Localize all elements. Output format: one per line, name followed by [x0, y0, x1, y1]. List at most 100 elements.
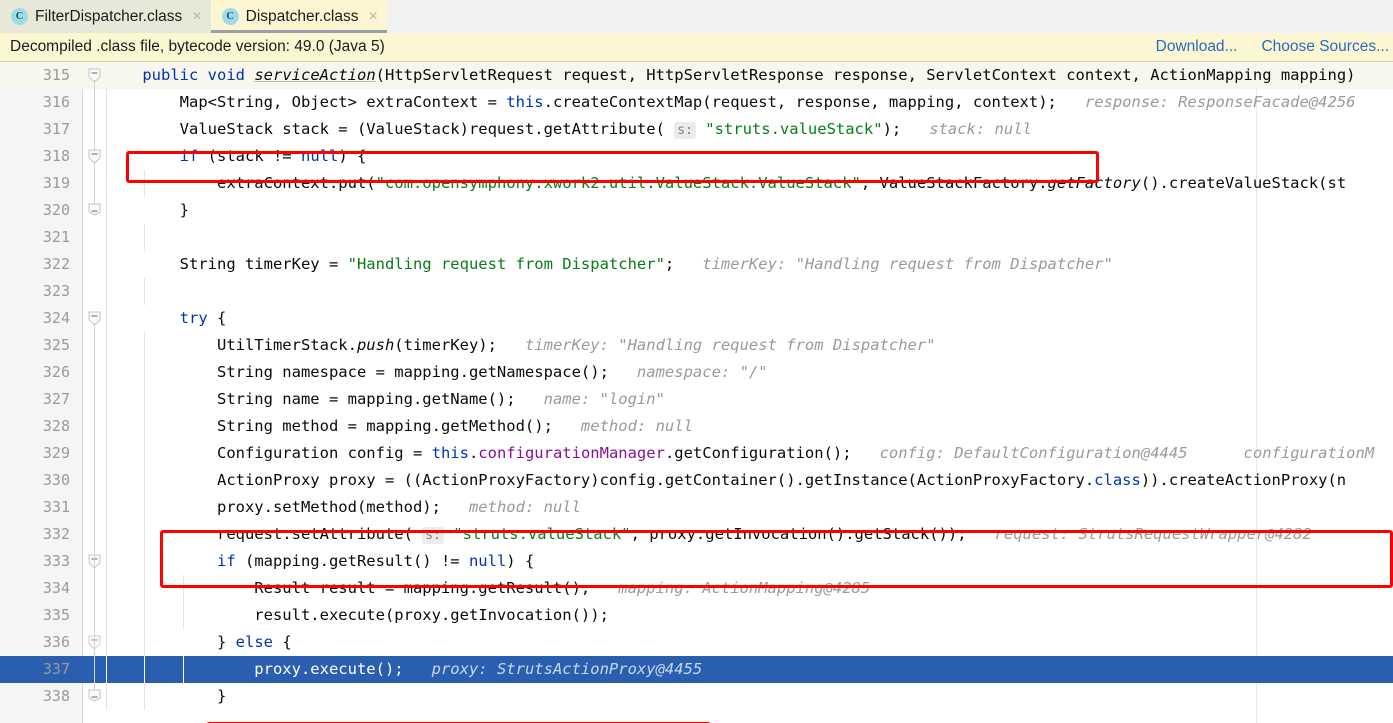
java-class-icon: C — [11, 8, 28, 25]
line-number: 321 — [42, 228, 70, 246]
code-line-332[interactable]: 332 request.setAttribute( s: "struts.val… — [0, 521, 1393, 548]
code-line-329[interactable]: 329 Configuration config = this.configur… — [0, 440, 1393, 467]
code-text: } — [105, 201, 189, 219]
banner-actions: Download... Choose Sources... — [1156, 38, 1393, 56]
code-line-317[interactable]: 317 ValueStack stack = (ValueStack)reque… — [0, 116, 1393, 143]
line-number: 325 — [42, 336, 70, 354]
line-number: 315 — [42, 66, 70, 84]
code-editor[interactable]: 315 public void serviceAction(HttpServle… — [0, 62, 1393, 723]
line-number: 338 — [42, 687, 70, 705]
indent-guide — [106, 278, 107, 305]
line-number: 322 — [42, 255, 70, 273]
code-text: if (mapping.getResult() != null) { — [216, 552, 535, 570]
line-number: 317 — [42, 120, 70, 138]
code-text: proxy.execute(); proxy: StrutsActionProx… — [105, 660, 703, 678]
debugger-value-hint: namespace: "/" — [636, 363, 768, 381]
line-number: 335 — [42, 606, 70, 624]
code-text: String method = mapping.getMethod(); met… — [105, 417, 693, 435]
code-text: String name = mapping.getName(); name: "… — [105, 390, 665, 408]
code-line-319[interactable]: 319 extraContext.put("com.opensymphony.x… — [0, 170, 1393, 197]
choose-sources-link[interactable]: Choose Sources... — [1261, 38, 1389, 56]
line-number: 328 — [42, 417, 70, 435]
line-number: 331 — [42, 498, 70, 516]
java-class-icon: C — [221, 8, 239, 25]
debugger-value-hint: name: "login" — [543, 390, 665, 408]
indent-guide — [144, 278, 146, 305]
code-text: } else { — [105, 633, 292, 651]
code-line-322[interactable]: 322 String timerKey = "Handling request … — [0, 251, 1393, 278]
fold-region-connector — [94, 566, 95, 637]
line-number: 320 — [42, 201, 70, 219]
line-number: 323 — [42, 282, 70, 300]
code-text: public void serviceAction(HttpServletReq… — [142, 66, 1356, 84]
code-text: extraContext.put("com.opensymphony.xwork… — [105, 174, 1347, 192]
debugger-value-hint: method: null — [580, 417, 693, 435]
fold-region-connector — [94, 161, 95, 205]
code-line-323[interactable]: 323 — [0, 278, 1393, 305]
tab-dispatcher-class[interactable]: C Dispatcher.class × — [210, 0, 388, 33]
code-text: } — [105, 687, 227, 705]
code-text: String timerKey = "Handling request from… — [105, 255, 1113, 273]
code-line-337[interactable]: 337 proxy.execute(); proxy: StrutsAction… — [0, 656, 1393, 683]
line-number: 333 — [42, 552, 70, 570]
code-text: Map<String, Object> extraContext = this.… — [105, 93, 1356, 111]
code-text: if (stack != null) { — [179, 147, 367, 165]
debugger-value-hint: configurationM — [1243, 444, 1375, 462]
code-line-336[interactable]: 336 } else { — [0, 629, 1393, 656]
code-line-324[interactable]: 324 try { — [0, 305, 1393, 332]
line-number: 319 — [42, 174, 70, 192]
code-line-326[interactable]: 326 String namespace = mapping.getNamesp… — [0, 359, 1393, 386]
code-text: UtilTimerStack.push(timerKey); timerKey:… — [105, 336, 936, 354]
editor-tab-bar: C FilterDispatcher.class × C Dispatcher.… — [0, 0, 1393, 33]
line-number: 324 — [42, 309, 70, 327]
debugger-value-hint: proxy: StrutsActionProxy@4455 — [431, 660, 703, 678]
code-text: Result result = mapping.getResult(); map… — [105, 579, 871, 597]
debugger-value-hint: request: StrutsRequestWrapper@4282 — [994, 525, 1312, 543]
debugger-value-hint: response: ResponseFacade@4256 — [1084, 93, 1356, 111]
code-text: proxy.setMethod(method); method: null — [105, 498, 581, 516]
indent-guide — [144, 224, 146, 251]
debugger-value-hint: mapping: ActionMapping@4285 — [618, 579, 871, 597]
decompiled-file-banner: Decompiled .class file, bytecode version… — [0, 33, 1393, 62]
tab-label: Dispatcher.class — [245, 7, 359, 25]
code-text: result.execute(proxy.getInvocation()); — [105, 606, 609, 624]
indent-guide — [106, 224, 107, 251]
debugger-value-hint: config: DefaultConfiguration@4445 — [879, 444, 1188, 462]
line-number: 316 — [42, 93, 70, 111]
code-line-325[interactable]: 325 UtilTimerStack.push(timerKey); timer… — [0, 332, 1393, 359]
line-number: 329 — [42, 444, 70, 462]
line-number: 337 — [42, 660, 70, 678]
code-line-327[interactable]: 327 String name = mapping.getName(); nam… — [0, 386, 1393, 413]
code-line-333[interactable]: 333 if (mapping.getResult() != null) { — [0, 548, 1393, 575]
code-line-335[interactable]: 335 result.execute(proxy.getInvocation()… — [0, 602, 1393, 629]
code-line-338[interactable]: 338 } — [0, 683, 1393, 710]
debugger-value-hint: timerKey: "Handling request from Dispatc… — [524, 336, 936, 354]
code-line-316[interactable]: 316 Map<String, Object> extraContext = t… — [0, 89, 1393, 116]
tab-close-icon[interactable]: × — [369, 8, 378, 25]
code-line-320[interactable]: 320 } — [0, 197, 1393, 224]
code-text: String namespace = mapping.getNamespace(… — [105, 363, 768, 381]
line-number: 332 — [42, 525, 70, 543]
download-link[interactable]: Download... — [1156, 38, 1238, 56]
code-text: ValueStack stack = (ValueStack)request.g… — [105, 120, 1032, 139]
debugger-value-hint: method: null — [468, 498, 581, 516]
debugger-value-hint: stack: null — [929, 120, 1032, 138]
tab-close-icon[interactable]: × — [192, 8, 201, 25]
code-text: request.setAttribute( s: "struts.valueSt… — [105, 525, 1312, 544]
tab-label: FilterDispatcher.class — [35, 7, 183, 25]
line-number: 326 — [42, 363, 70, 381]
tab-filterdispatcher-class[interactable]: C FilterDispatcher.class × — [0, 0, 211, 33]
fold-region-connector — [94, 80, 95, 151]
code-line-315[interactable]: 315 public void serviceAction(HttpServle… — [0, 62, 1393, 89]
line-number: 336 — [42, 633, 70, 651]
code-lines-container[interactable]: 315 public void serviceAction(HttpServle… — [0, 62, 1393, 723]
code-line-321[interactable]: 321 — [0, 224, 1393, 251]
code-line-318[interactable]: 318 if (stack != null) { — [0, 143, 1393, 170]
code-text: Configuration config = this.configuratio… — [105, 444, 1375, 462]
debugger-value-hint: timerKey: "Handling request from Dispatc… — [702, 255, 1113, 273]
code-line-330[interactable]: 330 ActionProxy proxy = ((ActionProxyFac… — [0, 467, 1393, 494]
code-text: ActionProxy proxy = ((ActionProxyFactory… — [105, 471, 1347, 489]
code-line-334[interactable]: 334 Result result = mapping.getResult();… — [0, 575, 1393, 602]
code-line-331[interactable]: 331 proxy.setMethod(method); method: nul… — [0, 494, 1393, 521]
code-line-328[interactable]: 328 String method = mapping.getMethod();… — [0, 413, 1393, 440]
